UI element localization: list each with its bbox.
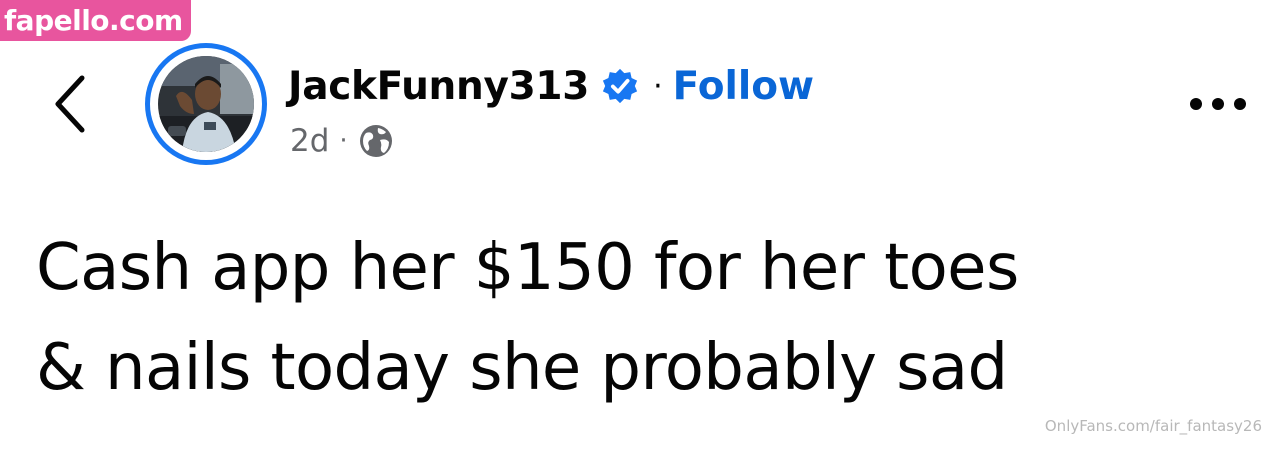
post-line-2: & nails today she probably sad (36, 331, 1008, 405)
author-row: JackFunny313 · Follow (288, 60, 814, 112)
post-meta: 2d · (290, 120, 394, 162)
post-screen: fapello.com JackFunny313 · Follow 2d · C… (0, 0, 1276, 451)
separator-dot: · (653, 68, 663, 104)
more-options-icon[interactable] (1186, 92, 1250, 116)
verified-badge-icon (603, 68, 638, 104)
watermark-bottom: OnlyFans.com/fair_fantasy26 (1044, 417, 1262, 435)
back-button[interactable] (50, 72, 90, 136)
timestamp[interactable]: 2d (290, 123, 329, 159)
post-body: Cash app her $150 for her toes & nails t… (36, 218, 1236, 418)
chevron-left-icon (55, 75, 85, 133)
watermark-site: fapello.com (0, 0, 191, 41)
username[interactable]: JackFunny313 (288, 64, 589, 109)
post-line-1: Cash app her $150 for her toes (36, 231, 1019, 305)
meta-separator: · (339, 126, 348, 156)
follow-button[interactable]: Follow (673, 64, 814, 109)
avatar[interactable] (145, 43, 267, 165)
globe-icon[interactable] (358, 123, 394, 159)
avatar-photo (158, 56, 254, 152)
